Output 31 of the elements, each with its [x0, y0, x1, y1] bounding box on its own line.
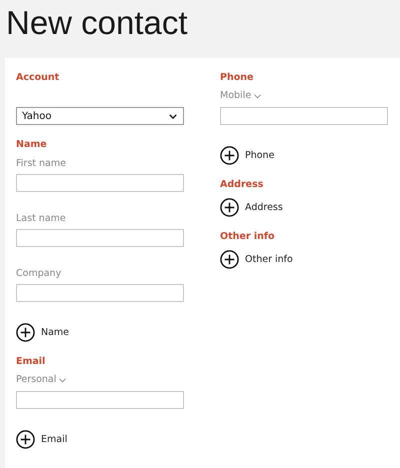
input-field[interactable] — [16, 174, 184, 192]
section-heading: Account — [16, 71, 60, 85]
account-dropdown[interactable]: Yahoo — [16, 107, 184, 125]
input-field[interactable] — [16, 229, 184, 247]
add-icon[interactable] — [220, 146, 239, 164]
input-field[interactable] — [16, 284, 184, 302]
add-label[interactable]: Name — [41, 326, 70, 338]
section-heading: Address — [220, 178, 264, 192]
section-heading: Name — [16, 138, 47, 152]
add-icon[interactable] — [16, 430, 35, 448]
add-icon[interactable] — [16, 322, 35, 342]
chevron-down-icon — [59, 378, 66, 382]
add-label[interactable]: Email — [41, 434, 68, 444]
section-heading: Email — [16, 355, 46, 369]
field-label: Company — [16, 267, 62, 281]
add-icon[interactable] — [220, 250, 239, 268]
section-heading: Other info — [220, 230, 274, 244]
section-heading: Phone — [220, 71, 254, 85]
add-icon[interactable] — [220, 198, 239, 216]
page-title: New contact — [6, 3, 189, 43]
add-label[interactable]: Phone — [245, 150, 274, 160]
field-label: Last name — [16, 212, 66, 226]
input-field[interactable] — [16, 391, 184, 409]
chevron-down-icon — [169, 114, 177, 118]
type-picker[interactable]: Personal — [16, 373, 66, 387]
add-label[interactable]: Other info — [245, 254, 293, 264]
add-label[interactable]: Address — [245, 202, 283, 212]
input-field[interactable] — [220, 107, 388, 125]
type-picker[interactable]: Mobile — [220, 89, 262, 103]
chevron-down-icon — [254, 94, 262, 98]
field-label: First name — [16, 157, 66, 171]
